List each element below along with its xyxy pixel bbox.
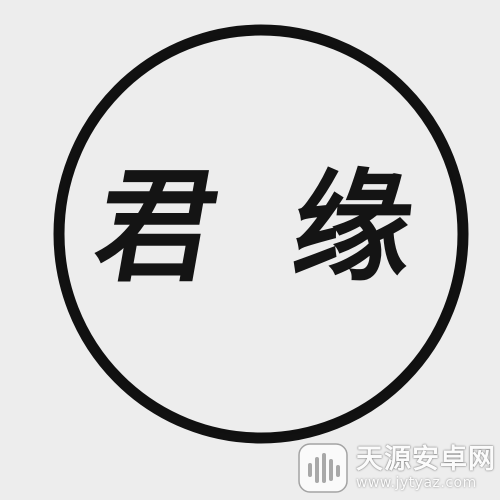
watermark-text-block: 天源安卓网 www.jytyaz.com — [356, 446, 496, 490]
signal-bars-icon — [298, 443, 348, 493]
seal-character-left: 君 — [85, 154, 229, 299]
watermark-site-name: 天源安卓网 — [356, 444, 496, 475]
seal-canvas: 君 缘 天源安卓网 www.jytyaz.com — [0, 0, 500, 500]
seal-ring — [53, 24, 469, 444]
seal-character-right: 缘 — [286, 155, 420, 298]
watermark-site-url: www.jytyaz.com — [356, 475, 477, 491]
site-watermark: 天源安卓网 www.jytyaz.com — [296, 440, 496, 496]
